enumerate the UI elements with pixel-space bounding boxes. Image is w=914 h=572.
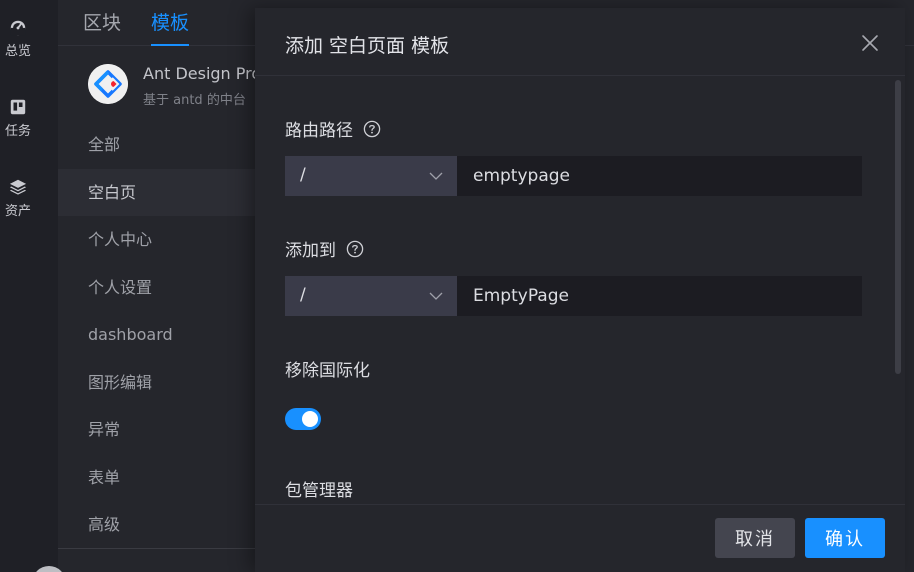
switch-knob [302, 411, 318, 427]
category-item-active[interactable]: 空白页 [58, 168, 258, 216]
category-item[interactable]: 图形编辑 [58, 359, 258, 407]
layers-icon [9, 179, 27, 195]
add-to-group: / [285, 276, 862, 316]
cancel-button[interactable]: 取消 [715, 518, 795, 558]
ant-design-logo [88, 64, 128, 104]
rail-item-label: 总览 [4, 44, 31, 59]
category-list: 全部 空白页 个人中心 个人设置 dashboard 图形编辑 异常 表单 高级 [58, 121, 258, 549]
modal-footer: 取消 确认 [255, 504, 905, 572]
modal-header: 添加 空白页面 模板 [255, 8, 905, 76]
tab-blocks[interactable]: 区块 [83, 8, 121, 46]
add-to-select[interactable]: / [285, 276, 457, 316]
route-path-group: / [285, 156, 862, 196]
project-name: Ant Design Pro [143, 64, 262, 83]
add-to-label-text: 添加到 [285, 241, 336, 261]
route-prefix-value: / [300, 165, 306, 185]
add-template-modal: 添加 空白页面 模板 路由路径 / 添加到 [255, 8, 905, 572]
category-item[interactable]: 表单 [58, 454, 258, 502]
route-prefix-select[interactable]: / [285, 156, 457, 196]
project-description: 基于 antd 的中台 [143, 93, 246, 108]
category-item[interactable]: 个人中心 [58, 216, 258, 264]
package-manager-label-text: 包管理器 [285, 481, 353, 501]
tab-templates[interactable]: 模板 [151, 8, 190, 46]
icon-rail: 总览 任务 资产 [0, 0, 58, 572]
remove-i18n-label-text: 移除国际化 [285, 361, 370, 381]
add-to-label: 添加到 [285, 236, 364, 261]
question-circle-icon[interactable] [346, 240, 364, 258]
category-item[interactable]: 高级 [58, 501, 258, 549]
divider [58, 548, 258, 549]
chevron-down-icon [429, 172, 443, 180]
remove-i18n-label: 移除国际化 [285, 356, 370, 381]
rail-item-overview[interactable]: 总览 [0, 18, 36, 66]
rail-item-assets[interactable]: 资产 [0, 178, 36, 226]
rail-item-label: 资产 [4, 204, 31, 219]
close-icon [862, 35, 878, 51]
rail-item-label: 任务 [4, 124, 31, 139]
package-manager-label: 包管理器 [285, 476, 353, 501]
add-to-input[interactable] [457, 276, 862, 316]
route-path-input[interactable] [457, 156, 862, 196]
category-item[interactable]: 异常 [58, 406, 258, 454]
remove-i18n-switch[interactable] [285, 408, 321, 430]
add-to-select-value: / [300, 285, 306, 305]
question-circle-icon[interactable] [363, 120, 381, 138]
route-path-label-text: 路由路径 [285, 121, 353, 141]
category-item[interactable]: 全部 [58, 121, 258, 169]
modal-title: 添加 空白页面 模板 [285, 35, 450, 57]
route-path-label: 路由路径 [285, 116, 381, 141]
close-button[interactable] [855, 30, 885, 56]
category-item[interactable]: 个人设置 [58, 264, 258, 312]
confirm-button[interactable]: 确认 [805, 518, 885, 558]
rail-item-tasks[interactable]: 任务 [0, 98, 36, 146]
chevron-down-icon [429, 292, 443, 300]
category-item[interactable]: dashboard [58, 311, 258, 359]
trello-icon [10, 99, 26, 115]
modal-scrollbar[interactable] [895, 80, 901, 374]
dashboard-icon [10, 20, 26, 36]
